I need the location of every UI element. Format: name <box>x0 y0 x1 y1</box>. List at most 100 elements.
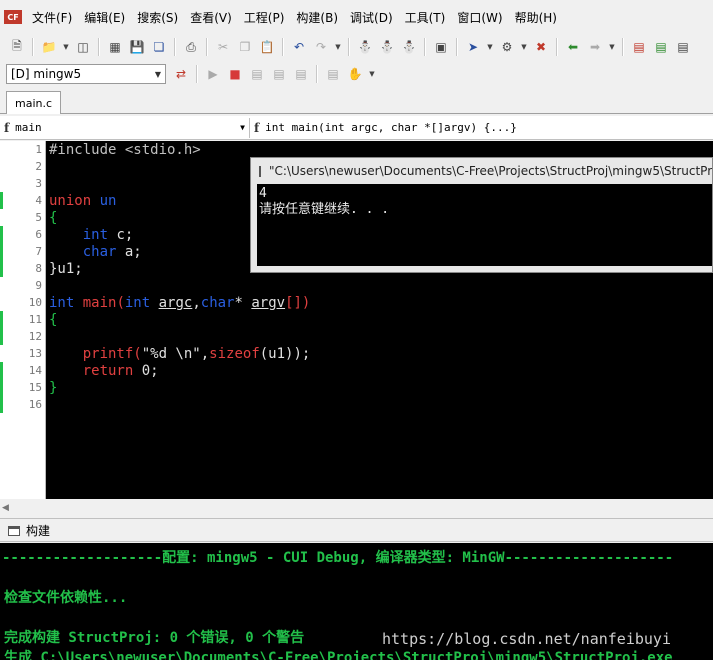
paste-icon[interactable]: 📋 <box>259 39 275 55</box>
tools-icon[interactable]: ⚙ <box>499 39 515 55</box>
dropdown-arrow-icon[interactable]: ▼ <box>63 39 69 55</box>
function-name: printf( <box>49 346 142 362</box>
rebuild-icon[interactable]: ▤ <box>675 39 691 55</box>
build-line: 生成 C:\Users\newuser\Documents\C-Free\Pro… <box>4 650 673 660</box>
menu-search[interactable]: 搜索(S) <box>131 9 184 26</box>
cut-icon[interactable]: ✂ <box>215 39 231 55</box>
dropdown-arrow-icon[interactable]: ▼ <box>369 66 375 82</box>
line-number: 12 <box>28 330 42 343</box>
code-line-15: } <box>49 380 58 396</box>
scroll-left-icon[interactable]: ◀ <box>2 503 9 513</box>
keyword: char <box>200 295 235 311</box>
menu-help[interactable]: 帮助(H) <box>509 9 563 26</box>
bookmark-icon[interactable]: ▣ <box>433 39 449 55</box>
function-bar: f main ▼ f int main(int argc, char *[]ar… <box>0 116 713 140</box>
function-signature: int main(int argc, char *[]argv) {...} <box>265 121 517 134</box>
build-line: 检查文件依赖性... <box>4 590 128 606</box>
menu-file[interactable]: 文件(F) <box>26 9 78 26</box>
code-line-11: { <box>49 312 58 328</box>
keyword: int <box>124 295 151 311</box>
menu-debug[interactable]: 调试(D) <box>344 9 399 26</box>
line-number: 15 <box>28 381 42 394</box>
menu-window[interactable]: 窗口(W) <box>451 9 508 26</box>
find-prev-icon[interactable]: ⛄ <box>401 39 417 55</box>
stop-icon[interactable]: ■ <box>227 66 243 82</box>
new-project-icon[interactable]: ▦ <box>107 39 123 55</box>
build-panel-title[interactable]: 构建 <box>26 522 50 539</box>
compiler-select[interactable]: [D] mingw5 ▼ <box>6 64 166 84</box>
identifier: c; <box>108 227 134 243</box>
hand-icon[interactable]: ✋ <box>347 66 363 82</box>
line-number: 16 <box>28 398 42 411</box>
function-name: main( <box>74 295 125 311</box>
dropdown-arrow-icon[interactable]: ▼ <box>521 39 527 55</box>
step-icon[interactable]: ▤ <box>249 66 265 82</box>
console-output[interactable]: 4 请按任意键继续. . . <box>257 184 712 266</box>
run-icon[interactable]: ▶ <box>205 66 221 82</box>
line-number: 1 <box>35 143 42 156</box>
find-next-icon[interactable]: ⛄ <box>379 39 395 55</box>
line-number: 10 <box>28 296 42 309</box>
keyword: sizeof <box>209 346 260 362</box>
menu-build[interactable]: 构建(B) <box>290 9 344 26</box>
build-window-icon <box>8 525 20 536</box>
step-over-icon[interactable]: ▤ <box>271 66 287 82</box>
redo-icon[interactable]: ↷ <box>313 39 329 55</box>
line-number: 3 <box>35 177 42 190</box>
tab-main-c[interactable]: main.c <box>6 91 62 114</box>
console-window[interactable]: "C:\Users\newuser\Documents\C-Free\Proje… <box>250 157 713 273</box>
save-all-icon[interactable]: ❏ <box>151 39 167 55</box>
dropdown-arrow-icon[interactable]: ▼ <box>609 39 615 55</box>
menu-edit[interactable]: 编辑(E) <box>78 9 131 26</box>
app-logo-icon: CF <box>4 10 22 24</box>
code-text: 0; <box>133 363 159 379</box>
identifier: un <box>91 193 117 209</box>
open-folder-icon[interactable]: 📁 <box>41 39 57 55</box>
scope-select[interactable]: f main ▼ <box>0 117 250 138</box>
compiler-select-value: [D] mingw5 <box>11 67 82 81</box>
code-text: []) <box>285 295 311 311</box>
back-arrow-icon[interactable]: ⬅ <box>565 39 581 55</box>
menu-view[interactable]: 查看(V) <box>184 9 238 26</box>
line-number: 9 <box>35 279 42 292</box>
save-icon[interactable]: 💾 <box>129 39 145 55</box>
watch-icon[interactable]: ▤ <box>325 66 341 82</box>
forward-arrow-icon[interactable]: ➡ <box>587 39 603 55</box>
tab-label: main.c <box>15 96 53 110</box>
function-select[interactable]: f int main(int argc, char *[]argv) {...} <box>250 118 710 138</box>
build-icon[interactable]: ▤ <box>653 39 669 55</box>
undo-icon[interactable]: ↶ <box>291 39 307 55</box>
function-icon: f <box>254 120 260 135</box>
compile-icon[interactable]: ▤ <box>631 39 647 55</box>
editor-scrollbar[interactable]: ◀ <box>0 499 713 519</box>
print-icon[interactable]: ⎙ <box>183 39 199 55</box>
step-out-icon[interactable]: ▤ <box>293 66 309 82</box>
clear-icon[interactable]: ✖ <box>533 39 549 55</box>
keyword: int <box>49 227 109 243</box>
copy-icon[interactable]: ❐ <box>237 39 253 55</box>
compiler-settings-icon[interactable]: ⇄ <box>173 66 189 82</box>
identifier: a; <box>116 244 142 260</box>
line-number: 8 <box>35 262 42 275</box>
line-number-gutter: 1 2 3 4 5 6 7 8 9 10 11 12 13 14 15 16 <box>0 141 46 499</box>
console-title: "C:\Users\newuser\Documents\C-Free\Proje… <box>269 164 712 178</box>
open-project-icon[interactable]: ◫ <box>75 39 91 55</box>
code-line-13: printf("%d \n",sizeof(u1)); <box>49 346 311 363</box>
code-line-10: int main(int argc,char* argv[]) <box>49 295 310 312</box>
find-icon[interactable]: ⛄ <box>357 39 373 55</box>
watermark: https://blog.csdn.net/nanfeibuyi <box>382 630 671 648</box>
function-icon: f <box>4 120 10 135</box>
file-tab-bar: main.c <box>0 88 713 114</box>
menu-project[interactable]: 工程(P) <box>238 9 291 26</box>
code-text: , <box>200 346 210 362</box>
goto-icon[interactable]: ➤ <box>465 39 481 55</box>
more-arrow-icon[interactable]: ▼ <box>335 39 341 55</box>
console-title-bar[interactable]: "C:\Users\newuser\Documents\C-Free\Proje… <box>251 158 712 184</box>
code-text: (u1)); <box>259 346 311 362</box>
console-icon <box>259 165 261 177</box>
line-number: 5 <box>35 211 42 224</box>
line-number: 7 <box>35 245 42 258</box>
new-file-icon[interactable]: 🗎 <box>9 39 25 55</box>
dropdown-arrow-icon[interactable]: ▼ <box>487 39 493 55</box>
menu-tools[interactable]: 工具(T) <box>399 9 452 26</box>
